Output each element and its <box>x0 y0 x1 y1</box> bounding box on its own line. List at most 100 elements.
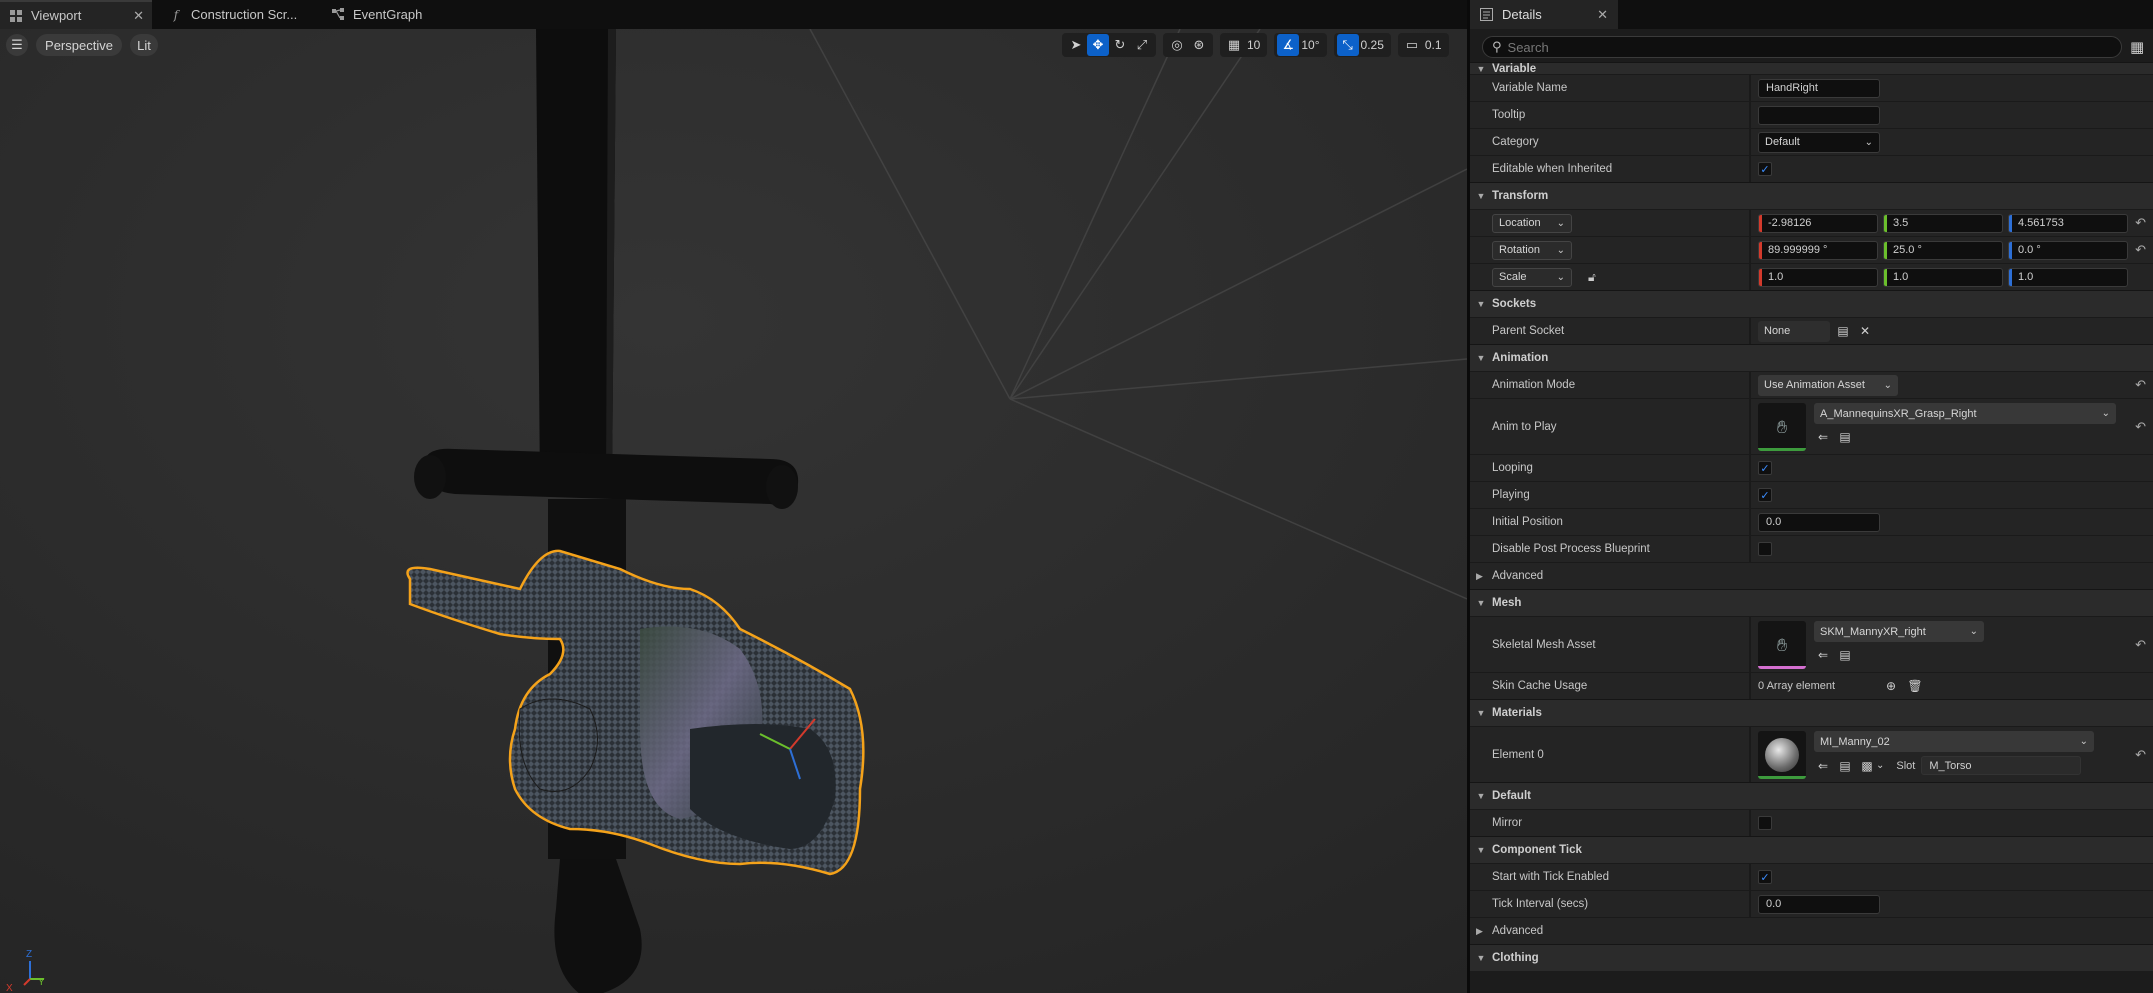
slot-field[interactable]: M_Torso <box>1921 756 2082 775</box>
perspective-button[interactable]: Perspective <box>36 34 122 56</box>
initial-position-field[interactable]: 0.0 <box>1758 512 1880 532</box>
section-materials[interactable]: ▼ Materials <box>1470 699 2153 726</box>
translate-mode-button[interactable]: ✥ <box>1087 34 1109 56</box>
rotation-snap-group[interactable]: ∡ 10° <box>1274 33 1327 57</box>
reset-arrow-icon[interactable]: ↶ <box>2135 419 2146 435</box>
close-icon[interactable]: ✕ <box>133 8 144 24</box>
hand-thumbnail-icon: ✋︎ <box>1776 416 1788 437</box>
rotation-y-field[interactable]: 25.0 ° <box>1883 240 2003 260</box>
scale-z-field[interactable]: 1.0 <box>2008 267 2128 287</box>
section-sockets[interactable]: ▼ Sockets <box>1470 290 2153 317</box>
reset-arrow-icon[interactable]: ↶ <box>2135 242 2146 258</box>
select-mode-button[interactable]: ➤ <box>1065 34 1087 56</box>
scale-label: Scale <box>1499 271 1527 283</box>
lit-button[interactable]: Lit <box>130 34 158 56</box>
rotate-mode-button[interactable]: ↻ <box>1109 34 1131 56</box>
value-text: 1.0 <box>1768 271 1784 283</box>
animation-mode-combo[interactable]: Use Animation Asset ⌄ <box>1758 374 1898 396</box>
location-x-field[interactable]: -2.98126 <box>1758 213 1878 233</box>
anim-to-play-combo[interactable]: A_MannequinsXR_Grasp_Right ⌄ <box>1814 403 2116 424</box>
scale-y-field[interactable]: 1.0 <box>1883 267 2003 287</box>
row-animation-advanced[interactable]: ▶ Advanced <box>1470 562 2153 589</box>
world-space-button[interactable]: ◎ <box>1166 34 1188 56</box>
scale-x-field[interactable]: 1.0 <box>1758 267 1878 287</box>
row-skeletal-mesh-asset: Skeletal Mesh Asset ✋︎ SKM_MannyXR_right… <box>1470 616 2153 672</box>
search-icon: ⚲ <box>1492 39 1502 54</box>
property-matrix-icon[interactable]: ▦ <box>2130 38 2144 56</box>
section-clothing[interactable]: ▼ Clothing <box>1470 944 2153 971</box>
row-tick-advanced[interactable]: ▶ Advanced <box>1470 917 2153 944</box>
location-y-field[interactable]: 3.5 <box>1883 213 2003 233</box>
add-element-icon[interactable]: ⊕ <box>1882 677 1900 695</box>
start-tick-checkbox[interactable]: ✓ <box>1758 870 1772 884</box>
section-component-tick[interactable]: ▼ Component Tick <box>1470 836 2153 863</box>
use-selected-arrow-icon[interactable]: ⇐ <box>1814 428 1832 446</box>
tab-details[interactable]: Details ✕ <box>1470 0 1618 29</box>
clear-x-icon[interactable]: ✕ <box>1856 322 1874 340</box>
location-mode-combo[interactable]: Location ⌄ <box>1492 213 1572 233</box>
section-transform[interactable]: ▼ Transform <box>1470 182 2153 209</box>
trash-icon[interactable]: 🗑︎ <box>1906 677 1924 695</box>
anim-asset-thumbnail[interactable]: ✋︎ <box>1758 403 1806 451</box>
tab-bar: Viewport ✕ f Construction Scr... EventGr… <box>0 0 1467 29</box>
rotation-z-field[interactable]: 0.0 ° <box>2008 240 2128 260</box>
search-input[interactable]: ⚲ Search <box>1482 36 2122 58</box>
tooltip-field[interactable] <box>1758 105 1880 125</box>
playing-checkbox[interactable]: ✓ <box>1758 488 1772 502</box>
section-variable[interactable]: ▼ Variable <box>1470 62 2153 75</box>
section-mesh[interactable]: ▼ Mesh <box>1470 589 2153 616</box>
use-selected-arrow-icon[interactable]: ⇐ <box>1814 646 1832 664</box>
camera-icon: ▭ <box>1405 37 1419 52</box>
reset-arrow-icon[interactable]: ↶ <box>2135 637 2146 653</box>
mirror-checkbox[interactable] <box>1758 816 1772 830</box>
use-selected-arrow-icon[interactable]: ⇐ <box>1814 757 1832 775</box>
collapse-arrow-icon: ▼ <box>1476 191 1486 201</box>
looping-checkbox[interactable]: ✓ <box>1758 461 1772 475</box>
unlock-icon[interactable]: 🔓︎ <box>1588 270 1596 285</box>
reset-arrow-icon[interactable]: ↶ <box>2135 747 2146 763</box>
material-combo[interactable]: MI_Manny_02 ⌄ <box>1814 731 2094 752</box>
browse-folder-icon[interactable]: ▤ <box>1836 428 1854 446</box>
scale-snap-icon: ⤡ <box>1336 34 1359 56</box>
chevron-down-icon: ⌄ <box>1883 379 1892 391</box>
parent-socket-field[interactable]: None <box>1758 320 1830 342</box>
mesh-asset-thumbnail[interactable]: ✋︎ <box>1758 621 1806 669</box>
tab-viewport[interactable]: Viewport ✕ <box>0 0 152 29</box>
chevron-down-icon[interactable]: ⌄ <box>1876 760 1884 771</box>
row-anim-to-play: Anim to Play ✋︎ A_MannequinsXR_Grasp_Rig… <box>1470 398 2153 454</box>
editable-checkbox[interactable]: ✓ <box>1758 162 1772 176</box>
section-default[interactable]: ▼ Default <box>1470 782 2153 809</box>
rotation-mode-combo[interactable]: Rotation ⌄ <box>1492 240 1572 260</box>
tab-eventgraph[interactable]: EventGraph <box>322 0 452 29</box>
tick-interval-field[interactable]: 0.0 <box>1758 894 1880 914</box>
disable-pp-checkbox[interactable] <box>1758 542 1772 556</box>
rotation-x-field[interactable]: 89.999999 ° <box>1758 240 1878 260</box>
variable-name-field[interactable]: HandRight <box>1758 78 1880 98</box>
viewport-scene: X Y Z <box>0 29 1467 993</box>
property-label: Disable Post Process Blueprint <box>1492 543 1650 555</box>
category-combo[interactable]: Default ⌄ <box>1758 131 1880 153</box>
browse-folder-icon[interactable]: ▤ <box>1836 757 1854 775</box>
viewport[interactable]: X Y Z ☰ Perspective Lit ➤ ✥ ↻ ⤢ ◎ ⊛ ▦ 10… <box>0 29 1467 993</box>
tab-construction-script[interactable]: f Construction Scr... <box>160 0 325 29</box>
surface-snap-button[interactable]: ⊛ <box>1188 34 1210 56</box>
skeletal-mesh-combo[interactable]: SKM_MannyXR_right ⌄ <box>1814 621 1984 642</box>
browse-socket-icon[interactable]: ▤ <box>1834 322 1852 340</box>
section-animation[interactable]: ▼ Animation <box>1470 344 2153 371</box>
property-label: Tooltip <box>1492 109 1526 121</box>
scale-mode-button[interactable]: ⤢ <box>1131 34 1153 56</box>
close-icon[interactable]: ✕ <box>1597 7 1608 23</box>
reset-arrow-icon[interactable]: ↶ <box>2135 215 2146 231</box>
checker-icon[interactable]: ▩ <box>1858 757 1876 775</box>
details-title: Details <box>1502 7 1542 22</box>
reset-arrow-icon[interactable]: ↶ <box>2135 377 2146 393</box>
material-thumbnail[interactable] <box>1758 731 1806 779</box>
slot-label: Slot <box>1896 759 1916 772</box>
camera-speed-group[interactable]: ▭ 0.1 <box>1397 33 1449 57</box>
viewport-menu-button[interactable]: ☰ <box>6 34 28 56</box>
scale-snap-group[interactable]: ⤡ 0.25 <box>1333 33 1391 57</box>
grid-snap-group[interactable]: ▦ 10 <box>1220 33 1268 57</box>
location-z-field[interactable]: 4.561753 <box>2008 213 2128 233</box>
browse-folder-icon[interactable]: ▤ <box>1836 646 1854 664</box>
scale-mode-combo[interactable]: Scale ⌄ <box>1492 267 1572 287</box>
